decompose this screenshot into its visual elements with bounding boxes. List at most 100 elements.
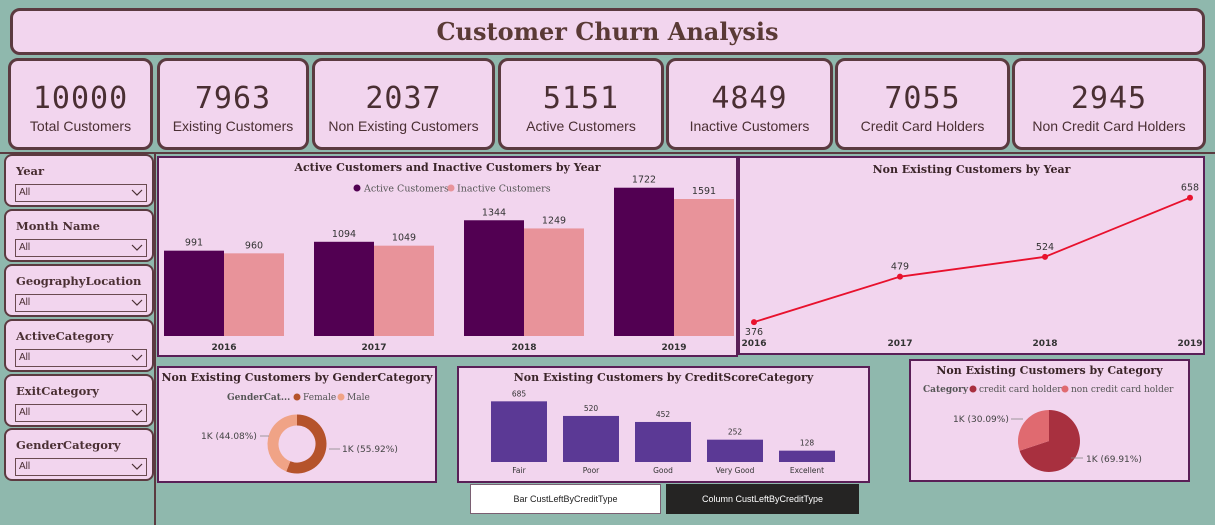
data-label: 128	[800, 439, 815, 448]
legend-marker-male	[337, 393, 345, 401]
chart-non-existing-by-year: Non Existing Customers by Year 376 2016 47…	[738, 156, 1205, 355]
data-label-non-card-holder: 1K (30.09%)	[953, 415, 1009, 425]
legend-label-non-card-holder: non credit card holder	[1071, 385, 1174, 395]
chart-active-inactive-svg: Active Customers Inactive Customers 991 9…	[164, 175, 734, 353]
slicer-exit-category: ExitCategory All	[4, 374, 154, 427]
kpi-label: Active Customers	[526, 118, 636, 134]
kpi-card-non-credit-card-holders: 2945 Non Credit Card Holders	[1012, 58, 1206, 150]
slicer-active-category: ActiveCategory All	[4, 319, 154, 372]
legend-title: Category	[923, 385, 969, 395]
kpi-label: Credit Card Holders	[860, 118, 985, 134]
data-point	[897, 273, 903, 280]
slicer-dropdown-geography-location[interactable]: All	[15, 294, 147, 312]
data-label: 1591	[692, 186, 716, 197]
kpi-label: Existing Customers	[172, 118, 294, 134]
slicer-value: All	[19, 297, 31, 308]
bar-cust-left-button[interactable]: Bar CustLeftByCreditType	[470, 484, 661, 514]
kpi-value: 7055	[884, 81, 961, 116]
chevron-down-icon	[131, 189, 143, 196]
kpi-card-credit-card-holders: 7055 Credit Card Holders	[835, 58, 1010, 150]
bar-inactive-2016	[224, 253, 284, 336]
legend-label-male: Male	[347, 393, 370, 403]
slicer-dropdown-exit-category[interactable]: All	[15, 404, 147, 422]
slicer-title: ActiveCategory	[16, 329, 114, 343]
x-tick-label: 2016	[741, 339, 766, 349]
slicer-dropdown-gender-category[interactable]: All	[15, 458, 147, 476]
bar-active-2018	[464, 220, 524, 336]
kpi-label: Non Credit Card Holders	[1032, 118, 1186, 134]
data-label: 376	[745, 327, 763, 338]
bar-excellent	[779, 450, 835, 462]
kpi-value: 5151	[542, 81, 620, 116]
chevron-down-icon	[131, 244, 143, 251]
section-divider-vertical	[154, 152, 156, 525]
slicer-month-name: Month Name All	[4, 209, 154, 262]
data-label-female: 1K (55.92%)	[342, 445, 398, 455]
kpi-value: 2945	[1070, 81, 1148, 116]
slicer-dropdown-year[interactable]: All	[15, 184, 147, 202]
data-label: 1344	[482, 207, 506, 218]
x-tick-label: 2018	[511, 343, 536, 353]
slicer-gender-category: GenderCategory All	[4, 428, 154, 481]
bar-good	[635, 421, 691, 462]
bar-very-good	[707, 439, 763, 462]
kpi-label: Non Existing Customers	[328, 118, 479, 134]
kpi-value: 10000	[32, 81, 129, 116]
chart-non-existing-by-credit-score: Non Existing Customers by CreditScoreCat…	[457, 366, 870, 483]
bar-inactive-2019	[674, 198, 734, 336]
legend-marker-inactive	[447, 184, 455, 192]
kpi-value: 2037	[365, 81, 442, 116]
slicer-value: All	[19, 352, 31, 363]
kpi-card-inactive-customers: 4849 Inactive Customers	[666, 58, 833, 150]
data-point	[751, 319, 757, 326]
page-title: Customer Churn Analysis	[436, 17, 779, 46]
kpi-card-active-customers: 5151 Active Customers	[498, 58, 664, 150]
data-label: 1249	[542, 215, 566, 226]
chevron-down-icon	[131, 463, 143, 470]
series-line	[753, 196, 1191, 323]
legend-title: GenderCat...	[227, 393, 290, 403]
chevron-down-icon	[131, 409, 143, 416]
chart-category-pie-svg: Category credit card holder non credit c…	[923, 385, 1174, 472]
bar-inactive-2018	[524, 228, 584, 336]
legend-label-inactive: Inactive Customers	[457, 184, 551, 195]
chart-legend: Active Customers Inactive Customers	[353, 184, 551, 195]
data-label: 524	[1036, 242, 1054, 253]
data-label: 452	[656, 410, 671, 419]
kpi-value: 7963	[194, 81, 272, 116]
data-label: 960	[245, 240, 263, 251]
legend-label-card-holder: credit card holder	[979, 385, 1062, 395]
data-label-card-holder: 1K (69.91%)	[1086, 455, 1142, 465]
chart-non-existing-by-gender: Non Existing Customers by GenderCategory…	[157, 366, 437, 483]
slicer-dropdown-active-category[interactable]: All	[15, 349, 147, 367]
x-tick-label: Good	[653, 466, 673, 475]
kpi-label: Inactive Customers	[689, 118, 810, 134]
x-tick-label: 2018	[1032, 339, 1057, 349]
slicer-title: ExitCategory	[16, 384, 99, 398]
data-point	[1187, 194, 1193, 201]
slicer-title: Month Name	[16, 219, 100, 233]
kpi-value: 4849	[711, 81, 788, 116]
column-cust-left-button[interactable]: Column CustLeftByCreditType	[666, 484, 859, 514]
bar-active-2017	[314, 241, 374, 336]
data-label: 1049	[392, 233, 416, 244]
slicer-value: All	[19, 461, 31, 472]
dashboard-title-bar: Customer Churn Analysis	[10, 8, 1205, 55]
x-tick-label: 2017	[887, 339, 912, 349]
x-tick-label: 2019	[661, 343, 686, 353]
slicer-title: GeographyLocation	[16, 274, 142, 288]
data-label: 685	[512, 389, 527, 398]
data-label-male: 1K (44.08%)	[201, 432, 257, 442]
data-label: 658	[1181, 183, 1199, 194]
data-label: 520	[584, 404, 599, 413]
legend-label-active: Active Customers	[363, 184, 449, 195]
chart-active-inactive-by-year: Active Customers and Inactive Customers …	[157, 156, 738, 357]
slicer-dropdown-month-name[interactable]: All	[15, 239, 147, 257]
donut-slice-female	[286, 414, 327, 474]
x-tick-label: Poor	[583, 466, 600, 475]
chart-credit-score-svg: 685 Fair 520 Poor 452 Good 252 Very Good 128 Exce…	[491, 389, 835, 475]
bar-poor	[563, 415, 619, 462]
chart-legend: GenderCat... Female Male	[227, 393, 370, 403]
chart-non-existing-by-category: Non Existing Customers by Category Categ…	[909, 359, 1190, 482]
kpi-label: Total Customers	[29, 118, 132, 134]
